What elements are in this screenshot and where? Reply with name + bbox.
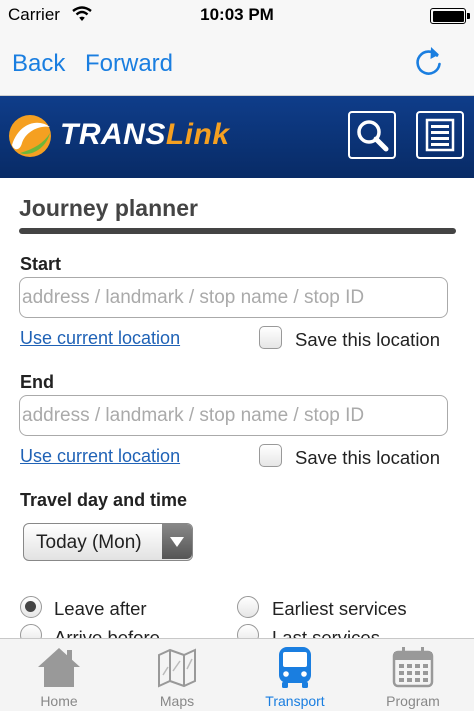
search-button[interactable]: [348, 111, 396, 159]
last-services-radio[interactable]: [237, 624, 259, 638]
menu-button[interactable]: [416, 111, 464, 159]
journey-planner-form: Journey planner Start Use current locati…: [0, 178, 474, 638]
tab-program-label: Program: [386, 693, 440, 709]
forward-button[interactable]: Forward: [85, 50, 173, 78]
end-use-current-location-link[interactable]: Use current location: [20, 446, 180, 467]
battery-cap: [467, 13, 470, 19]
tab-maps-label: Maps: [159, 693, 195, 709]
page-title: Journey planner: [19, 195, 198, 221]
end-label: End: [20, 372, 54, 392]
travel-day-select[interactable]: Today (Mon): [23, 523, 193, 561]
tab-maps[interactable]: Maps: [118, 639, 236, 711]
travel-day-time-label: Travel day and time: [20, 490, 188, 510]
reload-icon[interactable]: [410, 45, 446, 81]
last-services-label: Last services: [272, 627, 380, 638]
tab-home[interactable]: Home: [0, 639, 118, 711]
leave-after-label: Leave after: [54, 598, 147, 619]
leave-after-radio[interactable]: [20, 596, 42, 618]
end-input[interactable]: [19, 395, 448, 436]
back-button[interactable]: Back: [12, 50, 65, 78]
earliest-services-label: Earliest services: [272, 598, 407, 619]
search-icon: [357, 120, 389, 152]
tab-bar: Home Maps Transport Program: [0, 638, 474, 711]
tab-home-label: Home: [40, 693, 78, 709]
brand-left: TRANS: [60, 118, 166, 151]
translink-logo-icon: [9, 115, 51, 157]
browser-nav-bar: Back Forward: [0, 30, 474, 96]
menu-icon: [425, 118, 455, 152]
bus-icon: [279, 647, 311, 688]
map-icon: [158, 648, 196, 688]
start-label: Start: [20, 254, 62, 274]
start-save-location-label: Save this location: [295, 329, 441, 350]
earliest-services-radio[interactable]: [237, 596, 259, 618]
calendar-icon: [392, 647, 434, 688]
start-input[interactable]: [19, 277, 448, 318]
start-use-current-location-link[interactable]: Use current location: [20, 328, 180, 349]
tab-transport[interactable]: Transport: [236, 639, 354, 711]
battery-level: [432, 10, 464, 22]
site-header: TRANSLink: [0, 96, 474, 178]
status-bar: Carrier 10:03 PM: [0, 0, 474, 30]
start-save-location-checkbox[interactable]: [259, 326, 282, 349]
end-save-location-checkbox[interactable]: [259, 444, 282, 467]
home-icon: [38, 648, 80, 687]
tab-program[interactable]: Program: [354, 639, 472, 711]
brand-right: Link: [165, 118, 230, 151]
arrive-before-label: Arrive before: [54, 627, 160, 638]
brand-wordmark: TRANSLink: [60, 118, 230, 152]
battery-icon: [430, 8, 466, 24]
status-time: 10:03 PM: [200, 5, 274, 24]
title-divider: [19, 228, 456, 234]
tab-transport-label: Transport: [265, 693, 325, 709]
end-save-location-label: Save this location: [295, 447, 441, 468]
arrive-before-radio[interactable]: [20, 624, 42, 638]
chevron-down-icon: [162, 524, 192, 559]
travel-day-value: Today (Mon): [36, 532, 142, 553]
